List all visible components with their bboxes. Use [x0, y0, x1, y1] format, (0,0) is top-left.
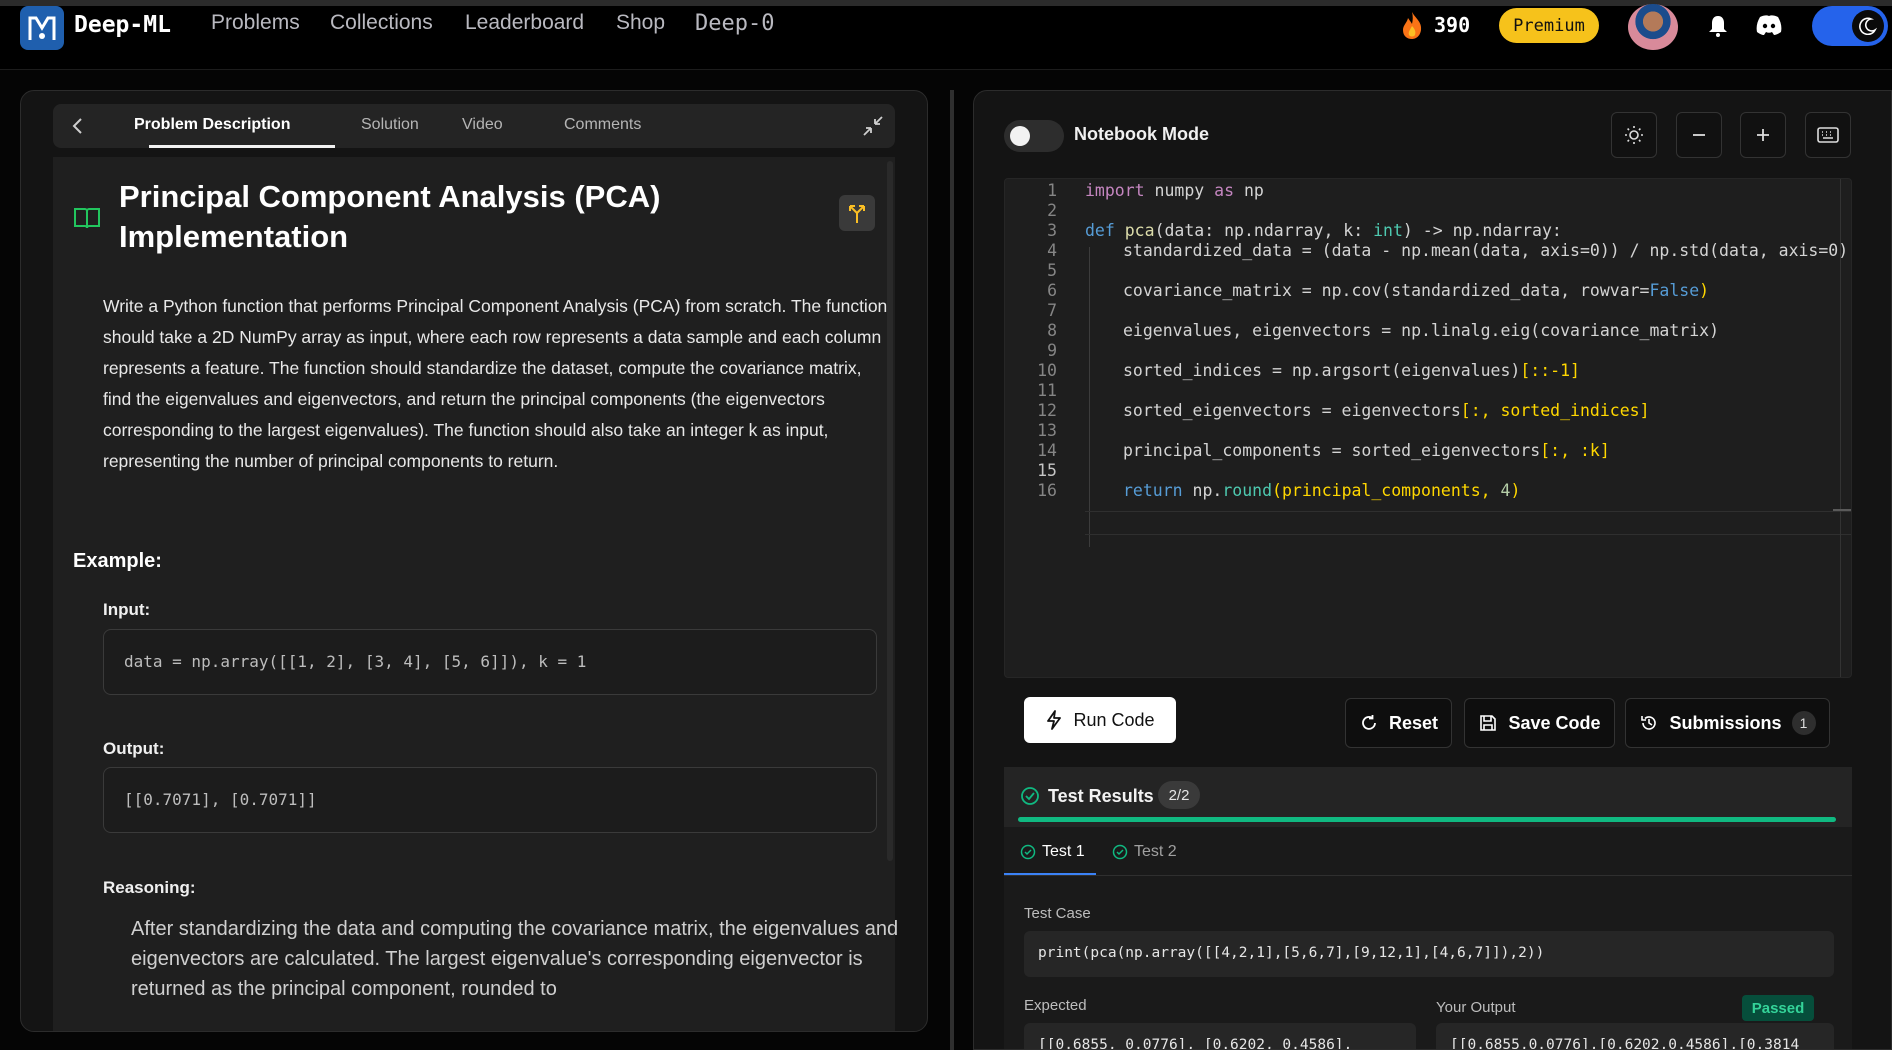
run-code-label: Run Code [1073, 709, 1155, 730]
your-output: [[0.6855,0.0776],[0.6202,0.4586],[0.3814 [1436, 1023, 1834, 1049]
problem-content: Principal Component Analysis (PCA) Imple… [53, 157, 895, 1031]
your-output-label: Your Output [1436, 999, 1516, 1016]
reset-button[interactable]: Reset [1345, 698, 1452, 748]
panel-resize-handle[interactable] [950, 90, 954, 1050]
save-code-button[interactable]: Save Code [1464, 698, 1615, 748]
editor-scrollbar[interactable] [1840, 179, 1841, 677]
submissions-button[interactable]: Submissions 1 [1625, 698, 1830, 748]
expected-label: Expected [1024, 997, 1087, 1014]
notebook-mode-toggle[interactable] [1004, 120, 1064, 152]
fire-icon [1398, 10, 1426, 40]
moon-icon [1852, 10, 1884, 42]
submissions-count-badge: 1 [1791, 711, 1816, 735]
reasoning-text: After standardizing the data and computi… [131, 918, 899, 1000]
premium-button[interactable]: Premium [1499, 8, 1599, 43]
test-progress-bar [1018, 817, 1836, 822]
collapse-icon[interactable] [861, 114, 885, 138]
deepml-logo-icon[interactable] [20, 6, 64, 50]
problem-title: Principal Component Analysis (PCA) Imple… [119, 179, 661, 254]
theme-toggle[interactable] [1812, 6, 1888, 46]
problem-panel: Problem Description Solution Video Comme… [20, 90, 928, 1032]
output-label: Output: [103, 739, 165, 758]
history-icon [1641, 716, 1657, 730]
status-badge: Passed [1742, 995, 1814, 1021]
streak-count: 390 [1434, 13, 1471, 37]
submissions-label: Submissions [1669, 712, 1782, 733]
save-code-label: Save Code [1508, 712, 1601, 733]
tab-solution[interactable]: Solution [361, 116, 419, 134]
chevron-left-icon[interactable] [67, 115, 89, 137]
problem-description: Write a Python function that performs Pr… [103, 296, 888, 471]
example-heading: Example: [73, 550, 162, 572]
test-results-header: Test Results 2/2 [1004, 767, 1852, 827]
refresh-icon [1362, 715, 1376, 730]
input-label: Input: [103, 600, 151, 619]
logo-text[interactable]: Deep-ML [74, 12, 171, 38]
nav-deep0[interactable]: Deep-0 [695, 11, 774, 36]
toggle-knob [1010, 126, 1030, 146]
nav-leaderboard[interactable]: Leaderboard [465, 11, 584, 35]
run-code-button[interactable]: Run Code [1024, 697, 1176, 743]
zoom-out-icon[interactable] [1676, 112, 1722, 158]
code-panel: Notebook Mode 1 import numpy as np 2 3 def… [973, 90, 1892, 1050]
test-case-code: print(pca(np.array([[4,2,1],[5,6,7],[9,1… [1024, 931, 1834, 977]
check-circle-icon [1112, 844, 1128, 860]
notebook-mode-label: Notebook Mode [1074, 124, 1209, 144]
test-results-title: Test Results [1048, 786, 1154, 806]
tab-test-1[interactable]: Test 1 [1020, 843, 1085, 861]
test-case-label: Test Case [1024, 905, 1091, 922]
book-open-icon [73, 205, 101, 231]
tab-video[interactable]: Video [462, 116, 503, 134]
nav-problems[interactable]: Problems [211, 11, 300, 35]
top-navbar: Deep-ML Problems Collections Leaderboard… [0, 0, 1892, 70]
zoom-in-icon[interactable] [1740, 112, 1786, 158]
keyboard-icon[interactable] [1805, 112, 1851, 158]
check-circle-icon [1020, 844, 1036, 860]
sun-icon[interactable] [1611, 112, 1657, 158]
example-output: [[0.7071], [0.7071]] [103, 767, 877, 833]
branch-icon[interactable] [839, 195, 875, 231]
tabs-divider [1004, 875, 1852, 876]
reset-label: Reset [1388, 712, 1439, 733]
active-tab-indicator [149, 145, 335, 148]
tab-test-1-label: Test 1 [1042, 843, 1085, 860]
test-results-panel: Test Results 2/2 Test 1 Test 2 Test Case… [1004, 767, 1852, 1049]
lightning-icon [1047, 710, 1062, 730]
avatar[interactable] [1628, 4, 1678, 50]
check-circle-icon [1021, 787, 1039, 805]
nav-collections[interactable]: Collections [330, 11, 433, 35]
current-line-highlight [1085, 511, 1851, 535]
tab-test-2-label: Test 2 [1134, 843, 1177, 860]
discord-icon[interactable] [1755, 14, 1783, 36]
code-line: 16 return np.round(principal_components, … [1037, 481, 1521, 500]
reasoning-label: Reasoning: [103, 878, 196, 897]
tab-test-2[interactable]: Test 2 [1112, 843, 1177, 861]
floppy-disk-icon [1480, 715, 1497, 731]
code-editor[interactable]: 1 import numpy as np 2 3 def pca(data: np.… [1004, 178, 1852, 678]
problem-tabbar: Problem Description Solution Video Comme… [53, 104, 895, 148]
browser-strip [0, 0, 1892, 6]
editor-ruler-mark [1833, 509, 1851, 511]
example-input: data = np.array([[1, 2], [3, 4], [5, 6]]… [103, 629, 877, 695]
tab-problem-description[interactable]: Problem Description [134, 116, 290, 134]
tab-comments[interactable]: Comments [564, 116, 641, 134]
bell-icon[interactable] [1706, 14, 1730, 38]
content-scrollbar[interactable] [887, 161, 893, 861]
nav-shop[interactable]: Shop [616, 11, 665, 35]
test-results-count: 2/2 [1158, 781, 1200, 809]
expected-output: [[0.6855, 0.0776], [0.6202, 0.4586], [1024, 1023, 1416, 1049]
